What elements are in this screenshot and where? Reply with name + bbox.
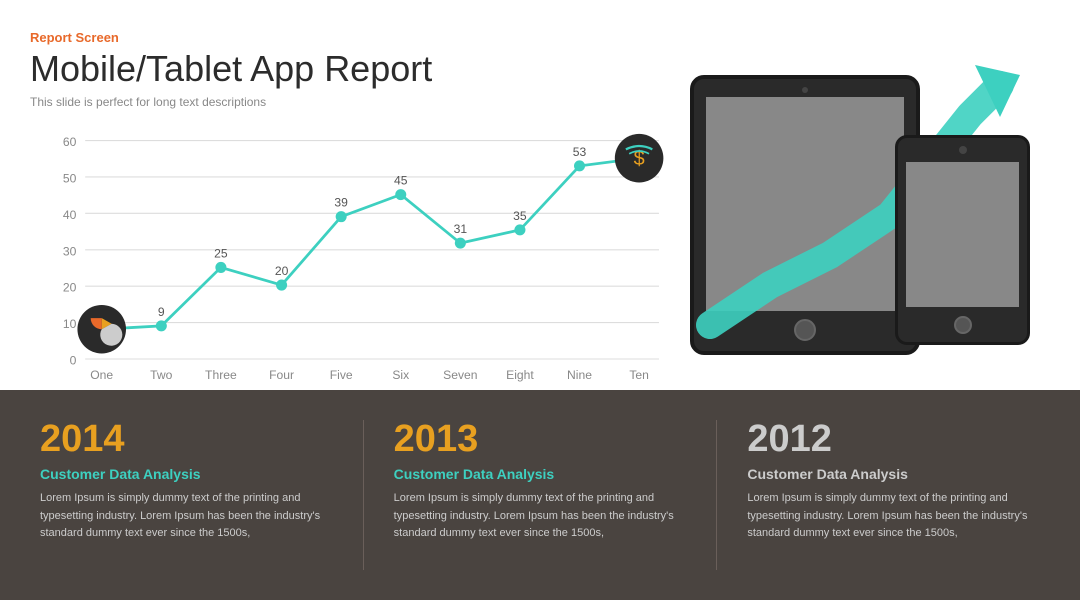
svg-text:30: 30 xyxy=(63,244,77,258)
data-point xyxy=(514,224,525,235)
bottom-section: 2014 Customer Data Analysis Lorem Ipsum … xyxy=(0,390,1080,600)
svg-text:40: 40 xyxy=(63,207,77,221)
svg-text:Eight: Eight xyxy=(506,367,534,381)
svg-text:9: 9 xyxy=(158,305,165,319)
tablet-screen xyxy=(706,97,904,311)
svg-text:20: 20 xyxy=(275,264,289,278)
left-panel: Report Screen Mobile/Tablet App Report T… xyxy=(30,30,670,380)
bottom-col-1: 2014 Customer Data Analysis Lorem Ipsum … xyxy=(40,420,364,570)
phone-screen xyxy=(906,162,1019,307)
main-title: Mobile/Tablet App Report xyxy=(30,49,670,89)
bottom-col-2: 2013 Customer Data Analysis Lorem Ipsum … xyxy=(394,420,718,570)
right-panel xyxy=(670,30,1050,380)
chart-line xyxy=(102,158,639,329)
tablet-home-button xyxy=(794,319,816,341)
data-point xyxy=(215,262,226,273)
chart-container: 0 10 20 30 40 50 60 xyxy=(30,127,670,397)
phone-home-button xyxy=(954,316,972,334)
phone-device xyxy=(895,135,1030,345)
svg-text:39: 39 xyxy=(334,195,348,209)
device-container xyxy=(690,55,1030,355)
year-2012: 2012 xyxy=(747,420,1040,458)
svg-text:35: 35 xyxy=(513,209,527,223)
data-point xyxy=(574,160,585,171)
col-heading-3: Customer Data Analysis xyxy=(747,466,1040,482)
col-body-1: Lorem Ipsum is simply dummy text of the … xyxy=(40,490,333,543)
svg-text:Nine: Nine xyxy=(567,367,592,381)
tablet-device xyxy=(690,75,920,355)
svg-text:Ten: Ten xyxy=(629,367,649,381)
svg-text:Two: Two xyxy=(150,367,172,381)
svg-text:25: 25 xyxy=(214,246,228,260)
bottom-col-3: 2012 Customer Data Analysis Lorem Ipsum … xyxy=(747,420,1040,570)
subtitle: This slide is perfect for long text desc… xyxy=(30,95,670,109)
svg-text:Six: Six xyxy=(392,367,409,381)
svg-text:Seven: Seven xyxy=(443,367,477,381)
svg-text:31: 31 xyxy=(454,222,468,236)
col-heading-2: Customer Data Analysis xyxy=(394,466,687,482)
col-heading-1: Customer Data Analysis xyxy=(40,466,333,482)
col-body-3: Lorem Ipsum is simply dummy text of the … xyxy=(747,490,1040,543)
svg-text:60: 60 xyxy=(63,135,77,149)
svg-text:45: 45 xyxy=(394,173,408,187)
year-2013: 2013 xyxy=(394,420,687,458)
svg-text:53: 53 xyxy=(573,145,587,159)
data-point xyxy=(276,279,287,290)
svg-text:0: 0 xyxy=(70,353,77,367)
data-point xyxy=(156,320,167,331)
line-chart: 0 10 20 30 40 50 60 xyxy=(30,127,670,397)
data-point xyxy=(455,237,466,248)
svg-text:20: 20 xyxy=(63,280,77,294)
data-point xyxy=(336,211,347,222)
svg-text:Four: Four xyxy=(269,367,294,381)
svg-text:Five: Five xyxy=(330,367,353,381)
svg-text:Three: Three xyxy=(205,367,237,381)
year-2014: 2014 xyxy=(40,420,333,458)
report-label: Report Screen xyxy=(30,30,670,45)
data-point xyxy=(395,189,406,200)
phone-camera xyxy=(959,146,967,154)
svg-text:One: One xyxy=(90,367,113,381)
top-section: Report Screen Mobile/Tablet App Report T… xyxy=(0,0,1080,390)
tablet-camera xyxy=(802,87,808,93)
svg-text:50: 50 xyxy=(63,171,77,185)
svg-text:10: 10 xyxy=(63,317,77,331)
col-body-2: Lorem Ipsum is simply dummy text of the … xyxy=(394,490,687,543)
